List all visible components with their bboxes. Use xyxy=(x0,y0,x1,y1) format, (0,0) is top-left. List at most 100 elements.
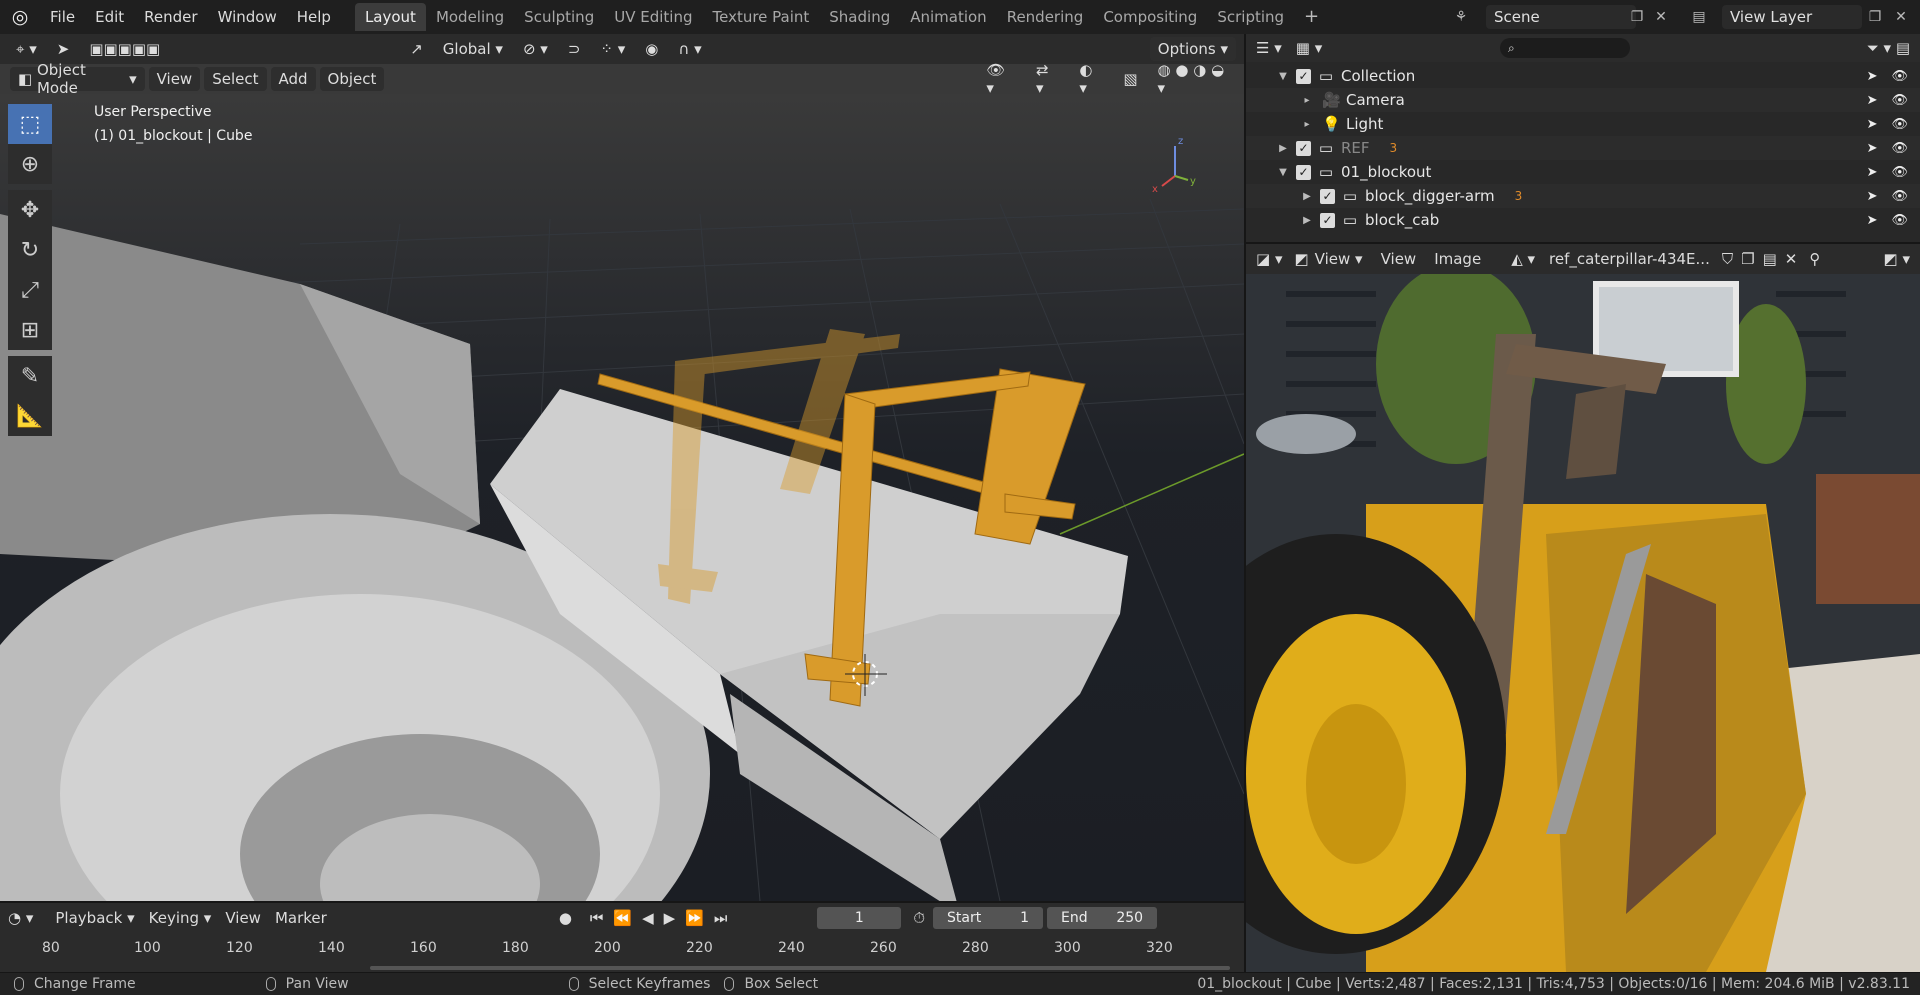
shading-modes-icon[interactable]: ◍ ● ◑ ◒ ▾ xyxy=(1150,61,1240,97)
view-mode-icon[interactable]: ◩ xyxy=(1294,250,1308,268)
rotate-tool-icon[interactable]: ↻ xyxy=(8,230,52,270)
tab-scripting[interactable]: Scripting xyxy=(1207,3,1294,31)
proportional-edit-icon[interactable]: ◉ xyxy=(637,37,666,61)
exclude-checkbox[interactable]: ✓ xyxy=(1296,140,1311,156)
menu-image[interactable]: Image xyxy=(1434,250,1481,268)
menu-edit[interactable]: Edit xyxy=(85,0,134,34)
view-layer-icon[interactable]: ▤ xyxy=(1686,5,1712,29)
menu-playback[interactable]: Playback ▾ xyxy=(55,909,134,927)
transform-tool-icon[interactable]: ⊞ xyxy=(8,310,52,350)
exclude-checkbox[interactable]: ✓ xyxy=(1320,212,1335,228)
measure-tool-icon[interactable]: 📐 xyxy=(8,396,52,436)
display-mode-icon[interactable]: ▦ ▾ xyxy=(1296,39,1322,57)
expand-toggle-icon[interactable]: ▶ xyxy=(1276,143,1290,154)
expand-toggle-icon[interactable]: ▶ xyxy=(1300,215,1314,226)
unlink-image-icon[interactable]: ✕ xyxy=(1785,250,1798,268)
scale-tool-icon[interactable]: ⤢ xyxy=(8,270,52,310)
snap-icon[interactable]: ⊃ xyxy=(560,37,589,61)
menu-marker[interactable]: Marker xyxy=(275,909,327,927)
view-layer-selector[interactable]: View Layer xyxy=(1722,5,1862,29)
menu-view[interactable]: View xyxy=(148,67,201,91)
transform-orientation-dropdown[interactable]: Global ▾ xyxy=(435,37,511,61)
tab-sculpting[interactable]: Sculpting xyxy=(514,3,604,31)
tab-compositing[interactable]: Compositing xyxy=(1093,3,1207,31)
fake-user-icon[interactable]: ⛉ xyxy=(1722,250,1733,268)
outliner-row-block-cab[interactable]: ▶ ✓ ▭ block_cab ➤ 👁 xyxy=(1246,208,1920,232)
annotate-tool-icon[interactable]: ✎ xyxy=(8,356,52,396)
menu-object[interactable]: Object xyxy=(319,67,385,91)
visibility-eye-icon[interactable]: 👁 xyxy=(1891,165,1908,180)
image-editor-type-icon[interactable]: ◪ ▾ xyxy=(1256,250,1282,268)
transform-orientation-icon[interactable]: ↗ xyxy=(402,37,431,61)
exclude-checkbox[interactable]: ✓ xyxy=(1320,188,1335,204)
viewport-scene[interactable]: z x y xyxy=(0,94,1244,901)
selectable-icon[interactable]: ➤ xyxy=(1867,189,1878,204)
options-dropdown[interactable]: Options ▾ xyxy=(1149,37,1236,61)
expand-toggle-icon[interactable]: ▼ xyxy=(1276,167,1290,178)
reference-image[interactable] xyxy=(1246,274,1920,972)
new-view-layer-icon[interactable]: ❐ xyxy=(1862,5,1888,29)
outliner-row-camera[interactable]: ▸ 🎥 Camera ➤ 👁 xyxy=(1246,88,1920,112)
tab-modeling[interactable]: Modeling xyxy=(426,3,514,31)
timeline-editor-type-icon[interactable]: ◔ ▾ xyxy=(8,909,33,927)
menu-file[interactable]: File xyxy=(40,0,85,34)
selectable-icon[interactable]: ➤ xyxy=(1867,117,1878,132)
selectable-icon[interactable]: ➤ xyxy=(1867,165,1878,180)
delete-scene-icon[interactable]: ✕ xyxy=(1648,5,1674,29)
exclude-checkbox[interactable]: ✓ xyxy=(1296,164,1311,180)
tab-layout[interactable]: Layout xyxy=(354,3,426,31)
cursor-tool-icon[interactable]: ⊕ xyxy=(8,144,52,184)
add-workspace-icon[interactable]: + xyxy=(1294,3,1329,31)
end-frame-field[interactable]: End 250 xyxy=(1047,907,1158,929)
select-box-tool-icon[interactable]: ⬚ xyxy=(8,104,52,144)
new-scene-icon[interactable]: ❐ xyxy=(1624,5,1650,29)
outliner-row-ref[interactable]: ▶ ✓ ▭ REF 3 ➤ 👁 xyxy=(1246,136,1920,160)
new-image-icon[interactable]: ❐ xyxy=(1741,250,1754,268)
menu-help[interactable]: Help xyxy=(287,0,341,34)
current-frame-field[interactable]: 1 xyxy=(817,907,902,929)
move-tool-icon[interactable]: ✥ xyxy=(8,190,52,230)
outliner-row-collection[interactable]: ▼ ✓ ▭ Collection ➤ 👁 xyxy=(1246,64,1920,88)
outliner-row-block-digger-arm[interactable]: ▶ ✓ ▭ block_digger-arm 3 ➤ 👁 xyxy=(1246,184,1920,208)
exclude-checkbox[interactable]: ✓ xyxy=(1296,68,1311,84)
open-image-icon[interactable]: ▤ xyxy=(1763,250,1777,268)
outliner-row-light[interactable]: ▸ 💡 Light ➤ 👁 xyxy=(1246,112,1920,136)
playback-controls-icon[interactable]: ⏮⏪◀▶⏩⏭ xyxy=(590,909,737,927)
outliner-row-01-blockout[interactable]: ▼ ✓ ▭ 01_blockout ➤ 👁 xyxy=(1246,160,1920,184)
filter-icon[interactable]: ⏷ ▾ ▤ xyxy=(1867,39,1910,57)
menu-add[interactable]: Add xyxy=(270,67,316,91)
gizmo-toggle-icon[interactable]: ⇄ ▾ xyxy=(1028,61,1067,97)
visibility-eye-icon[interactable]: 👁 xyxy=(1891,69,1908,84)
falloff-icon[interactable]: ∩ ▾ xyxy=(670,37,709,61)
selectable-icon[interactable]: ➤ xyxy=(1867,141,1878,156)
outliner-editor-type-icon[interactable]: ☰ ▾ xyxy=(1256,39,1282,57)
menu-render[interactable]: Render xyxy=(134,0,207,34)
auto-keying-icon[interactable]: ● xyxy=(559,909,572,927)
image-browse-icon[interactable]: ◭ ▾ xyxy=(1511,250,1535,268)
editor-type-icon[interactable]: ⌖ ▾ xyxy=(8,37,45,61)
outliner-search-input[interactable]: ⌕ xyxy=(1500,38,1630,58)
timeline-scrollbar[interactable] xyxy=(370,966,1230,970)
selection-modes-icon[interactable]: ▣▣▣▣▣ xyxy=(81,37,168,61)
blender-logo-icon[interactable]: ◎ xyxy=(0,0,40,34)
menu-window[interactable]: Window xyxy=(208,0,287,34)
menu-select[interactable]: Select xyxy=(204,67,267,91)
select-tool-icon[interactable]: ➤ xyxy=(49,37,78,61)
tab-rendering[interactable]: Rendering xyxy=(997,3,1094,31)
visibility-eye-icon[interactable]: 👁 xyxy=(1891,141,1908,156)
tab-uv-editing[interactable]: UV Editing xyxy=(604,3,702,31)
expand-toggle-icon[interactable]: ▸ xyxy=(1300,95,1314,106)
visibility-eye-icon[interactable]: 👁 xyxy=(1891,117,1908,132)
3d-viewport[interactable]: z x y ⌖ ▾ ➤ ▣▣▣▣▣ ↗ Global ▾ ⊘ ▾ ⊃ ⁘ ▾ ◉… xyxy=(0,34,1244,901)
selectable-icon[interactable]: ➤ xyxy=(1867,213,1878,228)
selectable-icon[interactable]: ➤ xyxy=(1867,69,1878,84)
overlay-toggle-icon[interactable]: ◐ ▾ xyxy=(1071,61,1111,97)
delete-view-layer-icon[interactable]: ✕ xyxy=(1888,5,1914,29)
visibility-eye-icon[interactable]: 👁 xyxy=(1891,189,1908,204)
menu-timeline-view[interactable]: View xyxy=(225,909,261,927)
visibility-eye-icon[interactable]: 👁 xyxy=(1891,93,1908,108)
selectable-icon[interactable]: ➤ xyxy=(1867,93,1878,108)
timeline-ruler[interactable]: 80 100 120 140 160 180 200 220 240 260 280 300 320 xyxy=(0,940,1244,964)
display-channels-icon[interactable]: ◩ ▾ xyxy=(1884,250,1910,268)
expand-toggle-icon[interactable]: ▸ xyxy=(1300,119,1314,130)
